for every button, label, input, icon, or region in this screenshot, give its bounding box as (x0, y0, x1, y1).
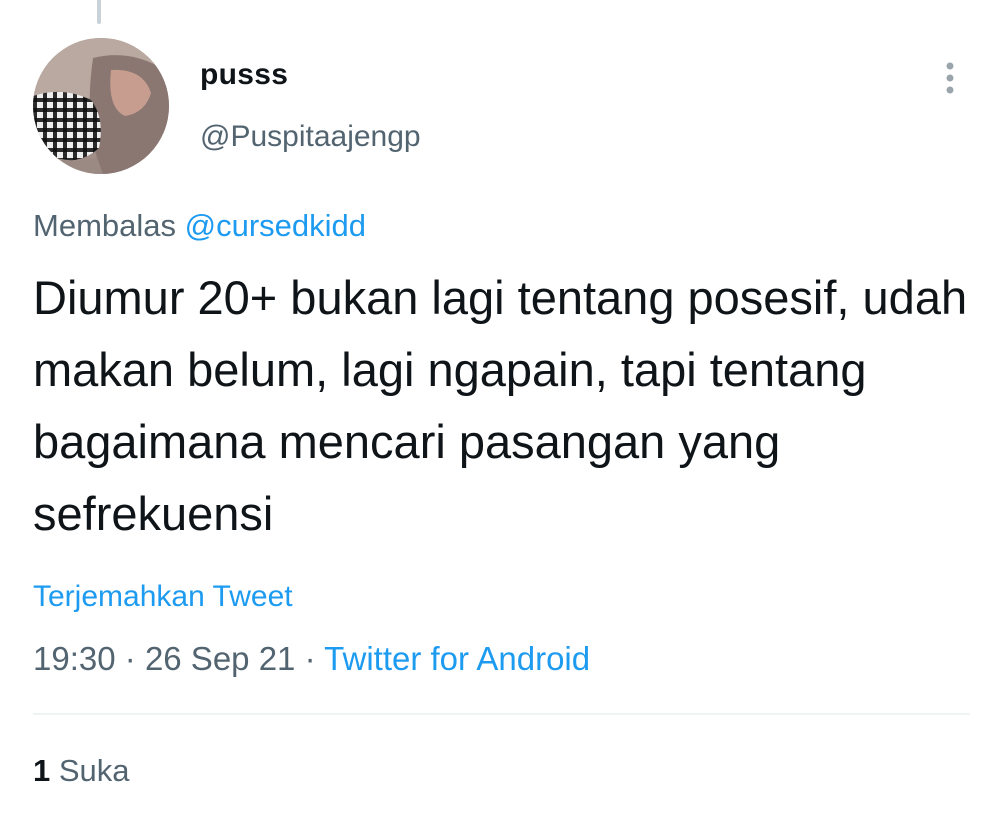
translate-tweet-link[interactable]: Terjemahkan Tweet (33, 580, 293, 614)
avatar-photo-icon (33, 38, 169, 174)
meta-separator: · (304, 640, 316, 677)
avatar[interactable] (33, 38, 169, 174)
like-label: Suka (58, 753, 130, 788)
likes-count-link[interactable]: 1 Suka (33, 753, 130, 789)
reply-context: Membalas @cursedkidd (33, 208, 366, 244)
reply-prefix: Membalas (33, 208, 176, 243)
more-options-button[interactable] (930, 58, 970, 98)
tweet-source-link[interactable]: Twitter for Android (324, 640, 590, 677)
tweet-metadata: 19:30 · 26 Sep 21 · Twitter for Android (33, 640, 590, 678)
like-count: 1 (33, 753, 51, 788)
tweet-time[interactable]: 19:30 (33, 640, 116, 677)
thread-connector-line (97, 0, 101, 24)
divider (33, 713, 970, 715)
more-vertical-icon (946, 62, 954, 94)
display-name[interactable]: pusss (200, 58, 288, 92)
user-handle[interactable]: @Puspitaajengp (200, 120, 421, 154)
tweet-date[interactable]: 26 Sep 21 (145, 640, 295, 677)
tweet-text: Diumur 20+ bukan lagi tentang posesif, u… (33, 271, 968, 540)
meta-separator: · (124, 640, 136, 677)
reply-mention-link[interactable]: @cursedkidd (185, 208, 366, 243)
